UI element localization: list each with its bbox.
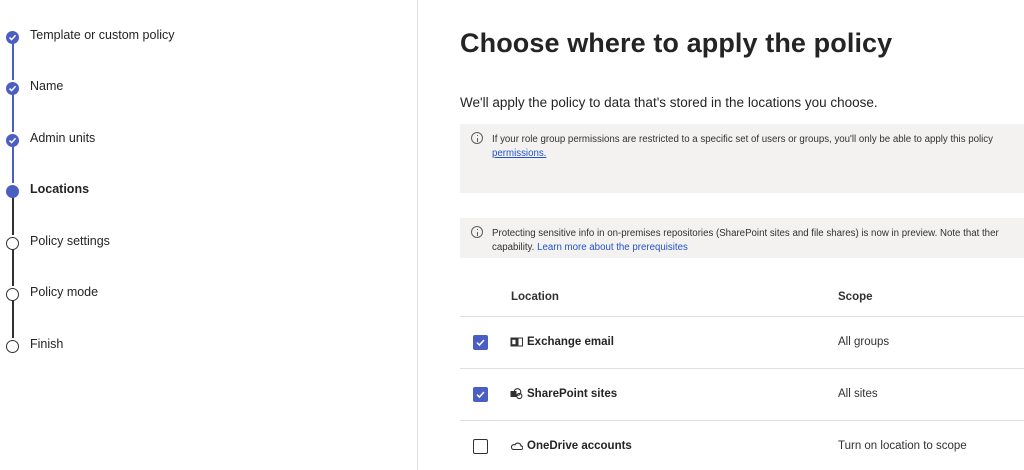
location-scope: All groups: [838, 336, 890, 348]
step-locations[interactable]: Locations: [0, 181, 418, 201]
step-label: Policy mode: [30, 285, 99, 299]
step-current-dot-icon: [6, 185, 19, 198]
step-label: Name: [30, 79, 64, 93]
table-row: Exchange email All groups: [460, 317, 1024, 368]
preview-info-banner: Protecting sensitive info in on-premises…: [460, 218, 1024, 258]
step-completed-check-icon: [6, 82, 19, 95]
learn-more-prerequisites-link[interactable]: Learn more about the prerequisites: [537, 242, 688, 253]
page-description: We'll apply the policy to data that's st…: [460, 95, 878, 110]
step-label: Locations: [30, 182, 90, 196]
step-label: Policy settings: [30, 234, 110, 248]
onedrive-icon: [510, 442, 523, 451]
info-icon: [471, 132, 483, 144]
page-title: Choose where to apply the policy: [460, 28, 893, 58]
location-scope: All sites: [838, 388, 878, 400]
table-row: OneDrive accounts Turn on location to sc…: [460, 421, 1024, 470]
sharepoint-sites-checkbox[interactable]: [473, 387, 488, 402]
step-connector: [12, 197, 14, 235]
location-name: SharePoint sites: [527, 388, 618, 400]
main-panel: Choose where to apply the policy We'll a…: [419, 0, 1024, 470]
step-label: Finish: [30, 337, 64, 351]
step-pending-circle-icon: [6, 288, 19, 301]
step-connector: [12, 146, 14, 183]
wizard-stepper: Template or custom policy Name Admin uni…: [0, 0, 418, 470]
step-pending-circle-icon: [6, 237, 19, 250]
step-connector: [12, 300, 14, 338]
step-policy-mode[interactable]: Policy mode: [0, 284, 418, 304]
location-name: OneDrive accounts: [527, 440, 632, 452]
step-connector: [12, 43, 14, 80]
permissions-info-banner: If your role group permissions are restr…: [460, 124, 1024, 193]
table-row: SharePoint sites All sites: [460, 369, 1024, 420]
info-text-continued: capability.: [492, 242, 535, 253]
step-pending-circle-icon: [6, 340, 19, 353]
step-policy-settings[interactable]: Policy settings: [0, 233, 418, 253]
permissions-link[interactable]: permissions.: [492, 148, 546, 159]
exchange-icon: [510, 337, 523, 347]
step-completed-check-icon: [6, 134, 19, 147]
step-label: Template or custom policy: [30, 28, 175, 42]
info-icon: [471, 226, 483, 238]
column-header-location[interactable]: Location: [511, 291, 559, 303]
step-name[interactable]: Name: [0, 78, 418, 98]
exchange-email-checkbox[interactable]: [473, 335, 488, 350]
step-admin-units[interactable]: Admin units: [0, 130, 418, 150]
step-connector: [12, 249, 14, 286]
location-scope: Turn on location to scope: [838, 440, 967, 452]
step-completed-check-icon: [6, 31, 19, 44]
sharepoint-icon: [510, 388, 523, 400]
location-name: Exchange email: [527, 336, 614, 348]
info-text: If your role group permissions are restr…: [492, 134, 993, 145]
onedrive-accounts-checkbox[interactable]: [473, 439, 488, 454]
step-connector: [12, 94, 14, 132]
info-text: Protecting sensitive info in on-premises…: [492, 228, 999, 239]
column-header-scope[interactable]: Scope: [838, 291, 873, 303]
step-finish[interactable]: Finish: [0, 336, 418, 356]
step-template-or-custom-policy[interactable]: Template or custom policy: [0, 27, 418, 47]
step-label: Admin units: [30, 131, 96, 145]
